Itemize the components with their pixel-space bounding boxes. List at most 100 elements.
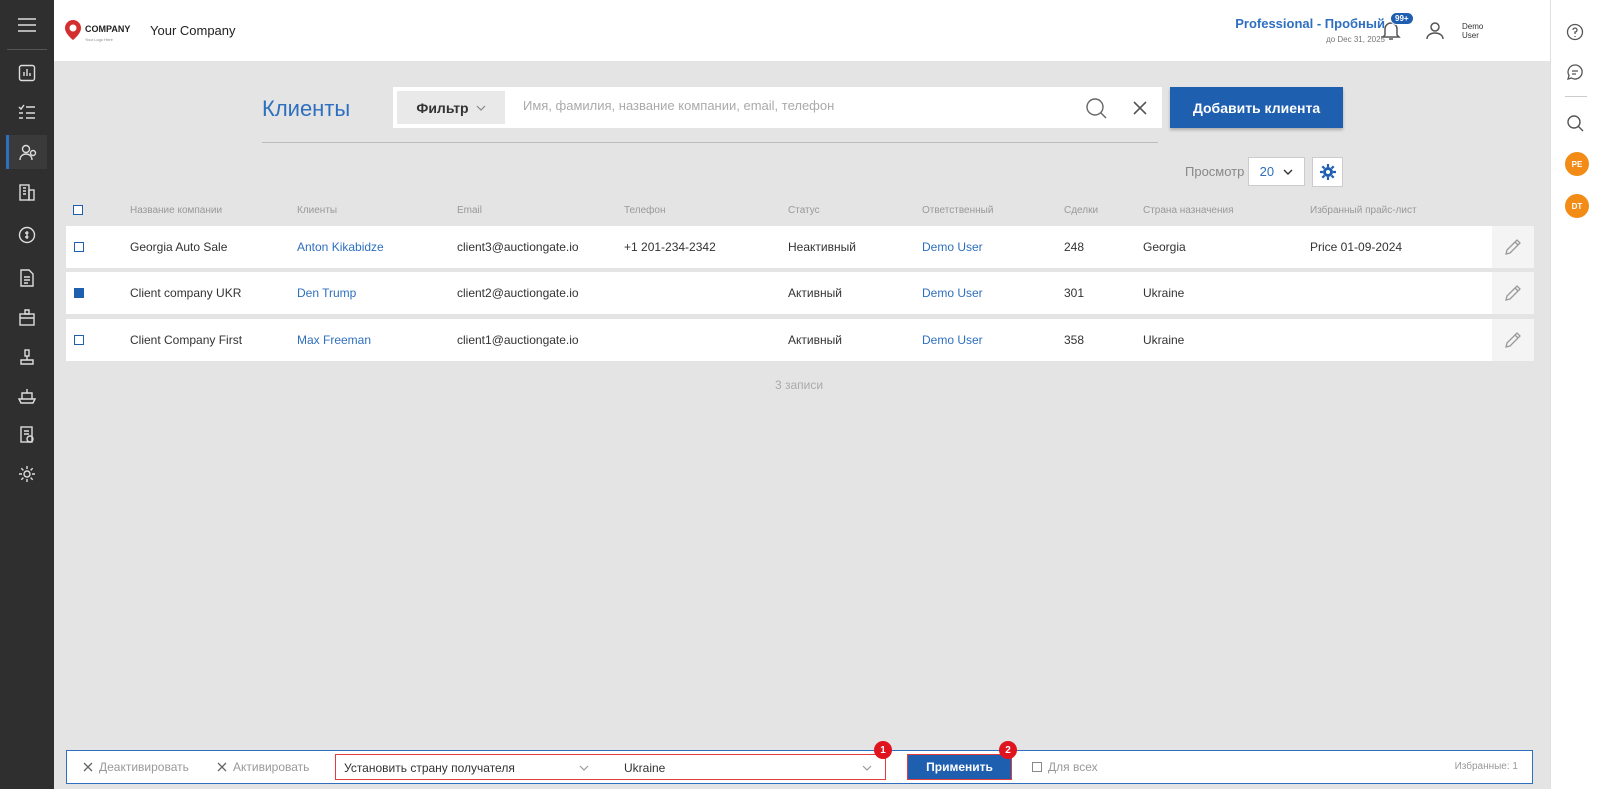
bulk-action-select[interactable]: Установить страну получателя Ukraine [335, 754, 886, 780]
selected-count: Избранные: 1 [1454, 761, 1518, 772]
close-icon [217, 762, 227, 772]
row-checkbox[interactable] [74, 335, 84, 345]
sidebar-item-warehouse[interactable] [6, 301, 47, 335]
user-name-first: Demo [1462, 22, 1484, 31]
sidebar-item-payments[interactable] [6, 218, 47, 252]
sidebar-item-shipping[interactable] [6, 379, 47, 413]
company-cell: Client Company First [130, 333, 243, 347]
avatar[interactable]: PE [1565, 152, 1589, 176]
manager-link[interactable]: Demo User [922, 240, 983, 254]
add-client-button[interactable]: Добавить клиента [1170, 87, 1343, 128]
chevron-down-icon [579, 765, 589, 771]
gear-icon [18, 466, 35, 482]
top-bar: COMPANY Your Logo Here Your Company Prof… [54, 0, 1550, 61]
country-select-value[interactable]: Ukraine [624, 761, 665, 775]
logo-text: COMPANY [85, 23, 131, 34]
country-cell: Ukraine [1143, 286, 1185, 300]
apply-button[interactable]: Применить [907, 754, 1012, 780]
user-icon[interactable] [1424, 19, 1446, 41]
table-row[interactable]: Georgia Auto Sale Anton Kikabidze client… [66, 226, 1534, 268]
column-header[interactable]: Телефон [624, 205, 665, 216]
search-icon[interactable] [1566, 114, 1584, 132]
row-checkbox[interactable] [74, 288, 84, 298]
manager-link[interactable]: Demo User [922, 286, 983, 300]
page-title: Клиенты [262, 96, 351, 121]
logo-subtext: Your Logo Here [85, 36, 113, 42]
manager-link[interactable]: Demo User [922, 333, 983, 347]
sidebar-item-auctions[interactable] [6, 340, 47, 374]
company-name: Your Company [150, 23, 236, 38]
close-icon[interactable] [1131, 99, 1149, 117]
country-cell: Georgia [1143, 240, 1186, 254]
search-icon[interactable] [1085, 97, 1107, 119]
help-icon[interactable] [1566, 23, 1584, 41]
email-cell: client3@auctiongate.io [457, 240, 579, 254]
step-marker: 2 [999, 741, 1017, 759]
client-link[interactable]: Anton Kikabidze [297, 240, 384, 254]
chart-icon [18, 64, 35, 82]
edit-button[interactable] [1492, 319, 1534, 361]
page-size-value: 20 [1259, 164, 1275, 179]
building-icon [18, 184, 35, 201]
edit-button[interactable] [1492, 272, 1534, 314]
column-header[interactable]: Ответственный [922, 205, 993, 216]
client-link[interactable]: Max Freeman [297, 333, 371, 347]
plan-expiry: до Dec 31, 2025 [1326, 35, 1385, 44]
user-name[interactable]: Demo User [1462, 22, 1483, 40]
page-size-select[interactable]: 20 [1248, 157, 1305, 186]
row-checkbox[interactable] [74, 242, 84, 252]
client-link[interactable]: Den Trump [297, 286, 356, 300]
sidebar-item-dashboard[interactable] [6, 56, 47, 90]
avatar[interactable]: DT [1565, 194, 1589, 218]
email-cell: client1@auctiongate.io [457, 333, 579, 347]
pencil-icon [1505, 239, 1521, 255]
for-all-checkbox[interactable]: Для всех [1032, 760, 1098, 774]
sidebar-item-invoices[interactable] [6, 261, 47, 295]
table-settings-button[interactable] [1312, 157, 1343, 187]
deactivate-button[interactable]: Деактивировать [83, 760, 189, 774]
plan-info[interactable]: Professional - Пробный до Dec 31, 2025 [1235, 16, 1385, 44]
column-header[interactable]: Email [457, 205, 482, 216]
exchange-icon [18, 226, 35, 244]
sidebar-item-settings[interactable] [6, 457, 47, 491]
column-header[interactable]: Статус [788, 205, 820, 216]
column-header[interactable]: Клиенты [297, 205, 337, 216]
select-all-checkbox[interactable] [73, 205, 83, 215]
chat-icon[interactable] [1566, 63, 1584, 81]
table-row[interactable]: Client company UKR Den Trump client2@auc… [66, 272, 1534, 314]
close-icon [83, 762, 93, 772]
location-pin-icon [65, 20, 81, 40]
company-cell: Client company UKR [130, 286, 242, 300]
activate-label: Активировать [233, 760, 310, 774]
sidebar-item-companies[interactable] [6, 175, 47, 209]
sidebar-item-reports[interactable] [6, 418, 47, 452]
deactivate-label: Деактивировать [99, 760, 189, 774]
notifications-badge: 99+ [1390, 12, 1414, 25]
sidebar-item-tasks[interactable] [6, 96, 47, 130]
clients-icon [19, 144, 37, 161]
sidebar-item-clients[interactable] [6, 135, 47, 169]
deals-cell: 358 [1064, 333, 1085, 347]
view-label: Просмотр [1185, 164, 1245, 179]
column-header[interactable]: Сделки [1064, 205, 1098, 216]
report-icon [19, 426, 34, 443]
activate-button[interactable]: Активировать [217, 760, 309, 774]
records-count: 3 записи [775, 378, 824, 392]
divider [1565, 96, 1587, 97]
filter-button[interactable]: Фильтр [397, 91, 505, 124]
user-name-last: User [1462, 31, 1479, 40]
country-cell: Ukraine [1143, 333, 1185, 347]
column-header[interactable]: Название компании [130, 205, 222, 216]
edit-button[interactable] [1492, 226, 1534, 268]
column-header[interactable]: Избранный прайс-лист [1310, 205, 1417, 216]
search-input[interactable] [523, 98, 1063, 113]
chevron-down-icon [476, 105, 486, 111]
search-bar: Фильтр [393, 87, 1162, 128]
menu-toggle-button[interactable] [7, 0, 47, 50]
column-header[interactable]: Страна назначения [1143, 205, 1234, 216]
phone-cell: +1 201-234-2342 [624, 240, 716, 254]
table-row[interactable]: Client Company First Max Freeman client1… [66, 319, 1534, 361]
company-logo[interactable]: COMPANY Your Logo Here [64, 17, 142, 43]
filter-label: Фильтр [416, 99, 469, 116]
bulk-actions-bar: Деактивировать Активировать Установить с… [66, 741, 1533, 784]
